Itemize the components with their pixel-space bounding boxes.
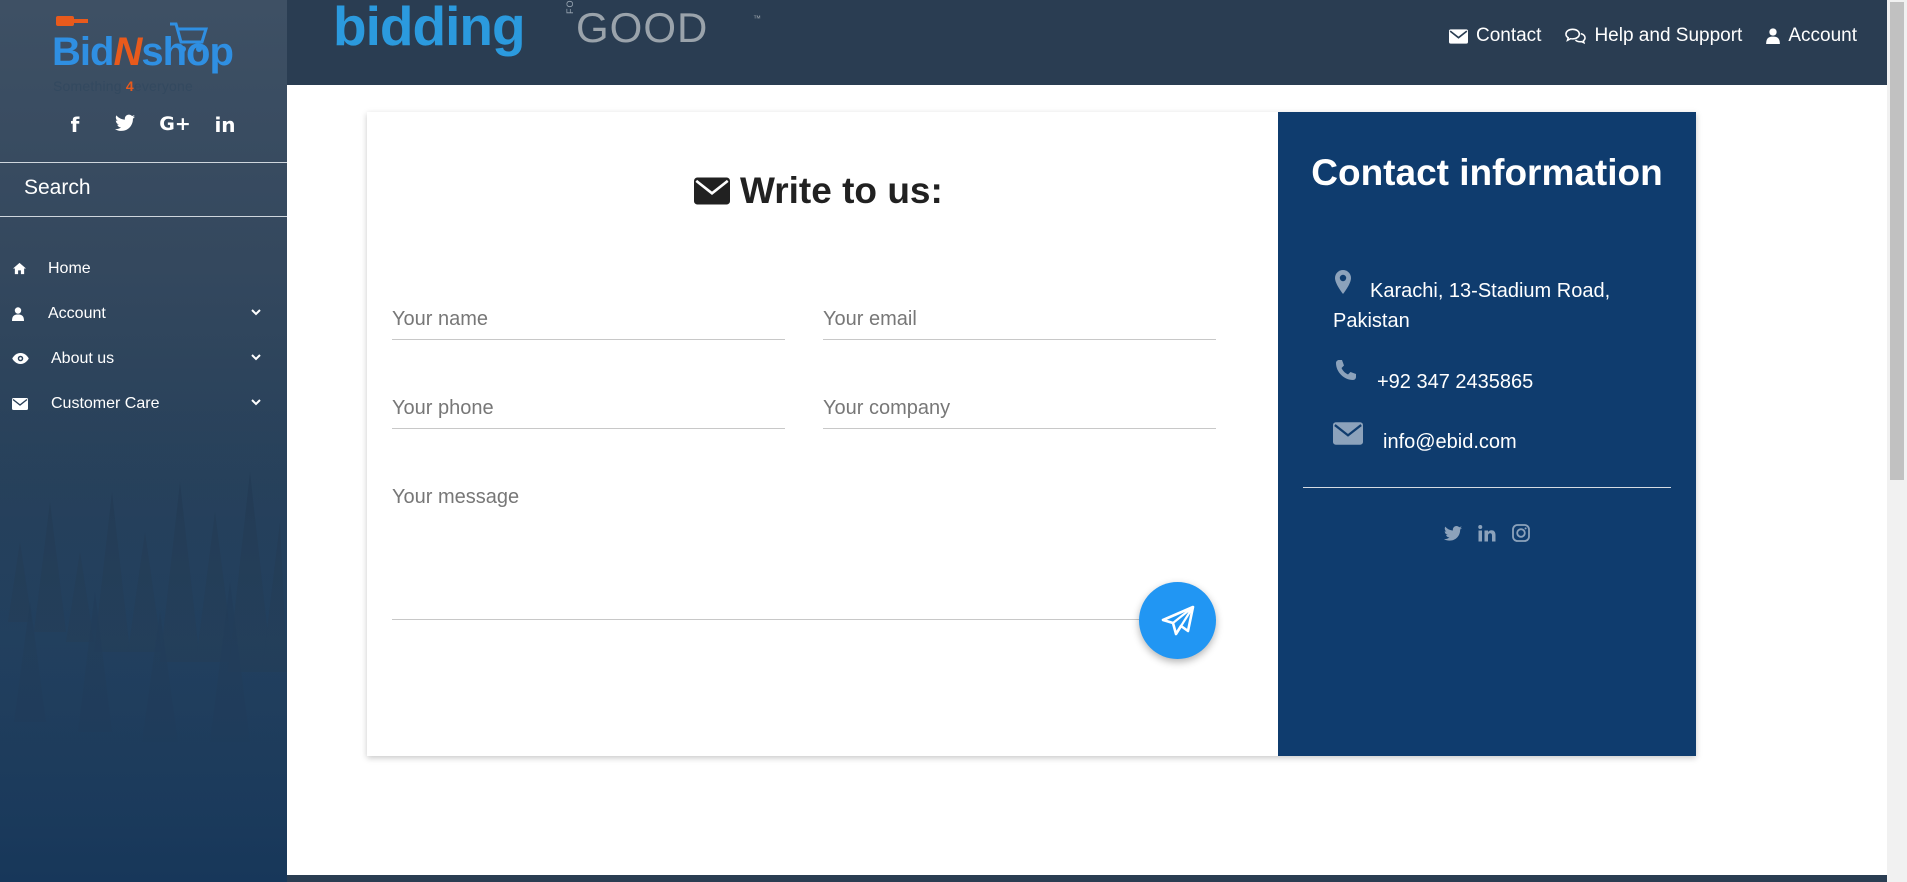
help-support-link-label: Help and Support: [1594, 25, 1743, 46]
contact-info-title: Contact information: [1311, 152, 1663, 193]
brand-for: FOR: [565, 0, 575, 14]
user-icon: [12, 306, 36, 322]
sidebar: BidNshop Something 4everyone f G+ in Sea…: [0, 0, 287, 882]
contact-email: info@ebid.com: [1383, 431, 1517, 453]
sidebar-search[interactable]: Search: [24, 176, 91, 200]
sidebar-divider-bottom: [0, 216, 287, 217]
twitter-icon[interactable]: [100, 113, 150, 137]
contact-link-label: Contact: [1475, 25, 1542, 46]
help-support-link[interactable]: Help and Support: [1565, 25, 1742, 47]
contact-link[interactable]: Contact: [1448, 25, 1542, 47]
sidebar-item-label: Home: [48, 259, 91, 277]
contact-phone: +92 347 2435865: [1377, 371, 1534, 393]
page-scrollbar[interactable]: [1887, 0, 1907, 882]
envelope-icon: [1333, 422, 1363, 445]
envelope-icon: [1448, 28, 1468, 44]
sidebar-item-account[interactable]: Account: [0, 291, 287, 336]
home-icon: [12, 261, 36, 277]
contact-card: Write to us: Contact information Karachi…: [367, 112, 1696, 756]
instagram-icon[interactable]: [1510, 522, 1532, 544]
user-icon: [1766, 28, 1781, 44]
contact-social-links: [1278, 522, 1696, 544]
brand-good: GOOD: [576, 4, 709, 51]
contact-info-divider: [1303, 487, 1671, 488]
form-title: Write to us:: [694, 170, 943, 212]
brand-bidding: bidding: [333, 0, 526, 57]
contact-info-panel: Contact information Karachi, 13-Stadium …: [1278, 112, 1696, 756]
phone-icon: [1336, 360, 1356, 380]
contact-form: Write to us:: [367, 112, 1278, 756]
sidebar-divider-top: [0, 162, 287, 163]
bottom-strip: [287, 875, 1887, 882]
google-plus-icon[interactable]: G+: [150, 113, 200, 137]
send-button[interactable]: [1139, 582, 1216, 659]
top-nav: Contact Help and Support Account: [1448, 25, 1857, 47]
sidebar-item-label: Account: [48, 304, 106, 322]
sidebar-item-home[interactable]: Home: [0, 246, 287, 291]
sidebar-social-links: f G+ in: [50, 113, 250, 137]
phone-field-wrapper: [392, 389, 785, 429]
paper-plane-icon: [1161, 605, 1194, 635]
sidebar-item-label: Customer Care: [51, 394, 160, 412]
chevron-down-icon: [251, 399, 261, 406]
form-title-text: Write to us:: [740, 170, 943, 211]
twitter-icon[interactable]: [1442, 522, 1464, 544]
account-link[interactable]: Account: [1766, 25, 1857, 47]
chevron-down-icon: [251, 309, 261, 316]
top-bar: bidding FOR GOOD ™ Contact Help and Supp…: [287, 0, 1887, 85]
email-field-wrapper: [823, 300, 1216, 340]
facebook-icon[interactable]: f: [50, 113, 100, 137]
comments-icon: [1565, 28, 1587, 44]
linkedin-icon[interactable]: [1476, 522, 1498, 544]
logo-tagline: Something 4everyone: [53, 78, 194, 94]
message-input[interactable]: [392, 478, 1216, 619]
message-field-wrapper: [392, 478, 1216, 620]
contact-address-line1: Karachi, 13-Stadium Road,: [1370, 280, 1611, 302]
sidebar-item-customer-care[interactable]: Customer Care: [0, 381, 287, 426]
account-link-label: Account: [1788, 25, 1857, 46]
contact-address-line2: Pakistan: [1333, 310, 1410, 332]
sidebar-nav: Home Account About us Customer Care: [0, 246, 287, 426]
envelope-icon: [12, 396, 36, 412]
scrollbar-thumb[interactable]: [1890, 2, 1904, 480]
company-field-wrapper: [823, 389, 1216, 429]
phone-input[interactable]: [392, 389, 785, 420]
eye-icon: [12, 351, 36, 367]
sidebar-item-label: About us: [51, 349, 115, 367]
bidnshop-logo[interactable]: BidNshop Something 4everyone: [50, 10, 234, 96]
sidebar-item-about-us[interactable]: About us: [0, 336, 287, 381]
brand-tm: ™: [753, 14, 761, 23]
linkedin-icon[interactable]: in: [200, 113, 250, 137]
name-field-wrapper: [392, 300, 785, 340]
logo-wordmark: BidNshop: [52, 30, 234, 74]
map-marker-icon: [1335, 270, 1351, 294]
company-input[interactable]: [823, 389, 1216, 420]
name-input[interactable]: [392, 300, 785, 331]
email-input[interactable]: [823, 300, 1216, 331]
chevron-down-icon: [251, 354, 261, 361]
envelope-icon: [694, 177, 730, 205]
forest-background-image: [0, 402, 287, 882]
